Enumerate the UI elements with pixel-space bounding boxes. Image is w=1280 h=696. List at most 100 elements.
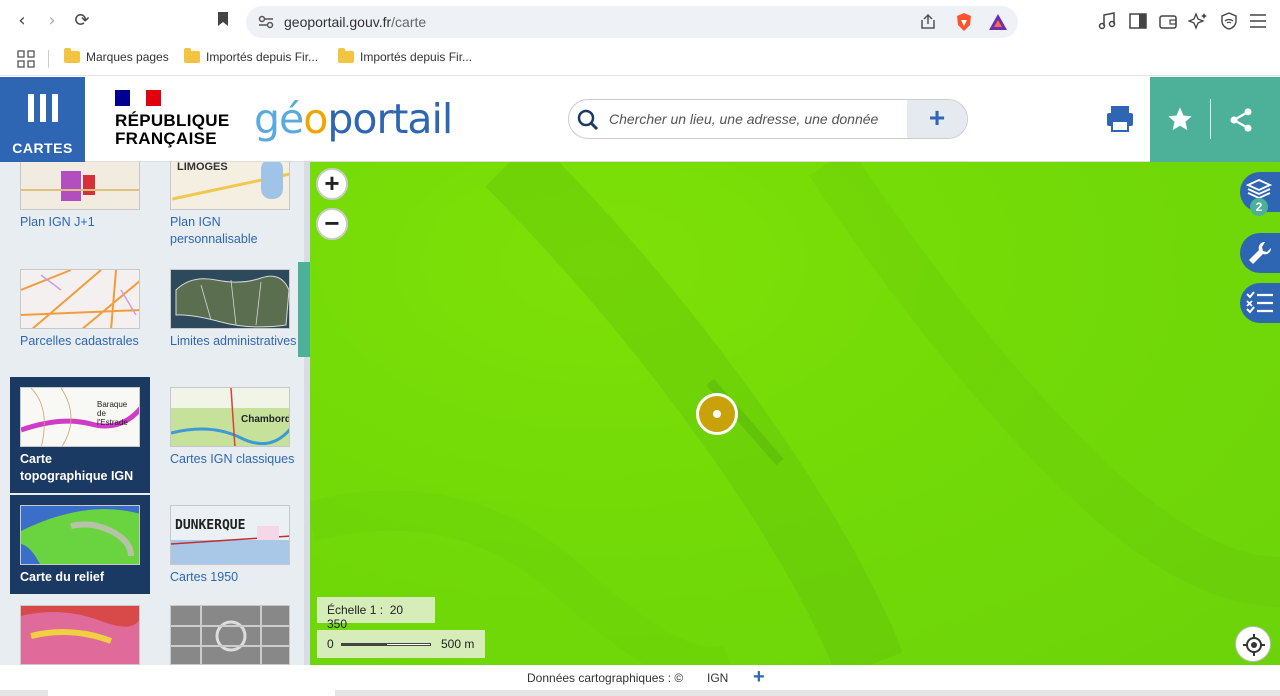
apps-grid-icon[interactable] [17, 50, 35, 68]
folder-icon [64, 48, 80, 63]
forward-icon[interactable]: › [42, 11, 62, 31]
thumbnail: Chambord [170, 387, 290, 447]
scale-ratio: Échelle 1 : 20 350 [317, 597, 435, 631]
thumbnail [20, 605, 140, 665]
layers-manager-button[interactable]: 2 [1240, 172, 1280, 216]
address-bar[interactable]: geoportail.gouv.fr/carte [246, 6, 1018, 38]
tools-button[interactable] [1240, 233, 1280, 273]
tile-label: Plan IGN J+1 [20, 215, 95, 229]
legend-button[interactable] [1240, 283, 1280, 323]
scale-zero: 0 [327, 637, 334, 651]
thumbnail [20, 505, 140, 565]
bookmark-label: Importés depuis Fir... [360, 50, 473, 64]
bookmark-folder-marques[interactable]: Marques pages [64, 48, 169, 64]
favorites-star-icon[interactable] [1166, 105, 1194, 133]
zoom-in-button[interactable]: + [316, 168, 348, 200]
bookmark-folder-imported-1[interactable]: Importés depuis Fir... [184, 48, 319, 64]
header-actions-divider [1210, 99, 1211, 139]
map-tile-city-plan[interactable] [170, 605, 310, 665]
wallet-icon[interactable] [1159, 13, 1177, 29]
tile-label: Cartes IGN classiques [170, 452, 295, 466]
credits-expand-button[interactable]: + [753, 666, 765, 689]
brave-shield-icon[interactable] [955, 12, 973, 32]
header-actions [1150, 77, 1280, 162]
url-text: geoportail.gouv.fr/carte [284, 14, 427, 30]
logo-geo: géo [254, 95, 328, 143]
republique-francaise-logo: RÉPUBLIQUE FRANÇAISE [115, 90, 229, 148]
zoom-out-button[interactable]: − [316, 208, 348, 240]
back-icon[interactable]: ‹ [12, 11, 32, 31]
scale-bar: 0 500 m [317, 630, 485, 658]
crosshair-icon [1243, 634, 1265, 656]
credits-provider[interactable]: IGN [707, 671, 728, 685]
bookmark-label: Marques pages [86, 50, 169, 64]
map-tile-plan-ign-personnalisable[interactable]: LIMOGES Plan IGN personnalisable [170, 162, 310, 248]
brave-rewards-icon[interactable] [988, 13, 1008, 31]
bookmark-icon[interactable] [213, 11, 233, 31]
layers-count-badge: 2 [1250, 198, 1268, 216]
french-flag-icon [115, 90, 161, 106]
bookmark-label: Importés depuis Fir... [206, 50, 319, 64]
tile-label: Plan IGN personnalisable [170, 215, 258, 246]
browser-toolbar: ‹ › ⟳ geoportail.gouv.fr/carte [0, 0, 1280, 42]
app-header: CARTES RÉPUBLIQUEFRANÇAISE géoportail + [0, 77, 1280, 162]
scale-ruler [341, 643, 431, 646]
folder-icon [184, 48, 200, 63]
map-tile-parcelles-cadastrales[interactable]: Parcelles cadastrales [20, 269, 160, 350]
credits-label: Données cartographiques : © [527, 671, 684, 685]
list-check-icon [1246, 291, 1273, 314]
map-credits-footer: Données cartographiques : © IGN + [0, 665, 1280, 696]
scale-distance: 500 m [441, 637, 475, 651]
share-icon[interactable] [1227, 106, 1255, 134]
logo-portail: portail [327, 95, 453, 143]
cartes-icon [28, 94, 58, 122]
bookmark-folder-imported-2[interactable]: Importés depuis Fir... [338, 48, 473, 64]
tile-label: Carte topographique IGN [20, 452, 134, 483]
rf-line-2: FRANÇAISE [115, 129, 217, 148]
cartes-label: CARTES [12, 140, 73, 156]
thumbnail: DUNKERQUE [170, 505, 290, 565]
map-tile-plan-ign-j1[interactable]: Plan IGN J+1 [20, 162, 160, 231]
thumbnail [170, 269, 290, 329]
map-tile-carte-topographique-ign[interactable]: Baraque de l'Estrade Carte topographique… [10, 377, 150, 493]
map-tile-geology[interactable] [20, 605, 160, 665]
share-page-icon[interactable] [919, 14, 937, 30]
print-icon[interactable] [1100, 99, 1140, 139]
map-canvas[interactable] [310, 162, 1280, 665]
search-input[interactable] [609, 111, 899, 127]
geoportail-logo[interactable]: géoportail [254, 95, 453, 143]
search-box: + [568, 99, 968, 139]
leo-ai-icon[interactable] [1188, 12, 1208, 30]
search-icon[interactable] [577, 109, 599, 131]
tile-label: Cartes 1950 [170, 570, 239, 584]
thumbnail [20, 162, 140, 210]
site-settings-icon[interactable] [258, 15, 274, 29]
map-tile-cartes-1950[interactable]: DUNKERQUE Cartes 1950 [170, 505, 310, 586]
thumbnail: LIMOGES [170, 162, 290, 210]
search-add-button[interactable]: + [907, 100, 967, 138]
map-tile-carte-du-relief[interactable]: Carte du relief [10, 495, 150, 594]
relief-shading [310, 162, 1280, 665]
wrench-icon [1249, 241, 1272, 264]
bottom-strip [0, 690, 1280, 696]
rf-line-1: RÉPUBLIQUE [115, 111, 230, 130]
bookmarks-separator [48, 50, 49, 68]
vpn-icon[interactable] [1220, 12, 1238, 30]
maps-catalogue-panel: Plan IGN J+1 LIMOGES Plan IGN personnali… [0, 162, 310, 665]
thumbnail [20, 269, 140, 329]
thumbnail [170, 605, 290, 665]
layers-icon [1246, 179, 1272, 199]
media-icon[interactable] [1098, 12, 1116, 30]
menu-icon[interactable] [1249, 14, 1267, 28]
thumbnail: Baraque de l'Estrade [20, 387, 140, 447]
geolocation-button[interactable] [1235, 626, 1271, 662]
bookmarks-bar: Marques pages Importés depuis Fir... Imp… [0, 42, 1280, 76]
cartes-button[interactable]: CARTES [0, 77, 85, 162]
location-marker[interactable] [696, 393, 738, 435]
sidebar-icon[interactable] [1129, 13, 1147, 29]
map-tile-limites-administratives[interactable]: Limites administratives [170, 269, 310, 350]
tile-label: Limites administratives [170, 334, 297, 348]
reload-icon[interactable]: ⟳ [72, 11, 92, 31]
tile-label: Parcelles cadastrales [20, 334, 139, 348]
map-tile-cartes-ign-classiques[interactable]: Chambord Cartes IGN classiques [170, 387, 310, 468]
